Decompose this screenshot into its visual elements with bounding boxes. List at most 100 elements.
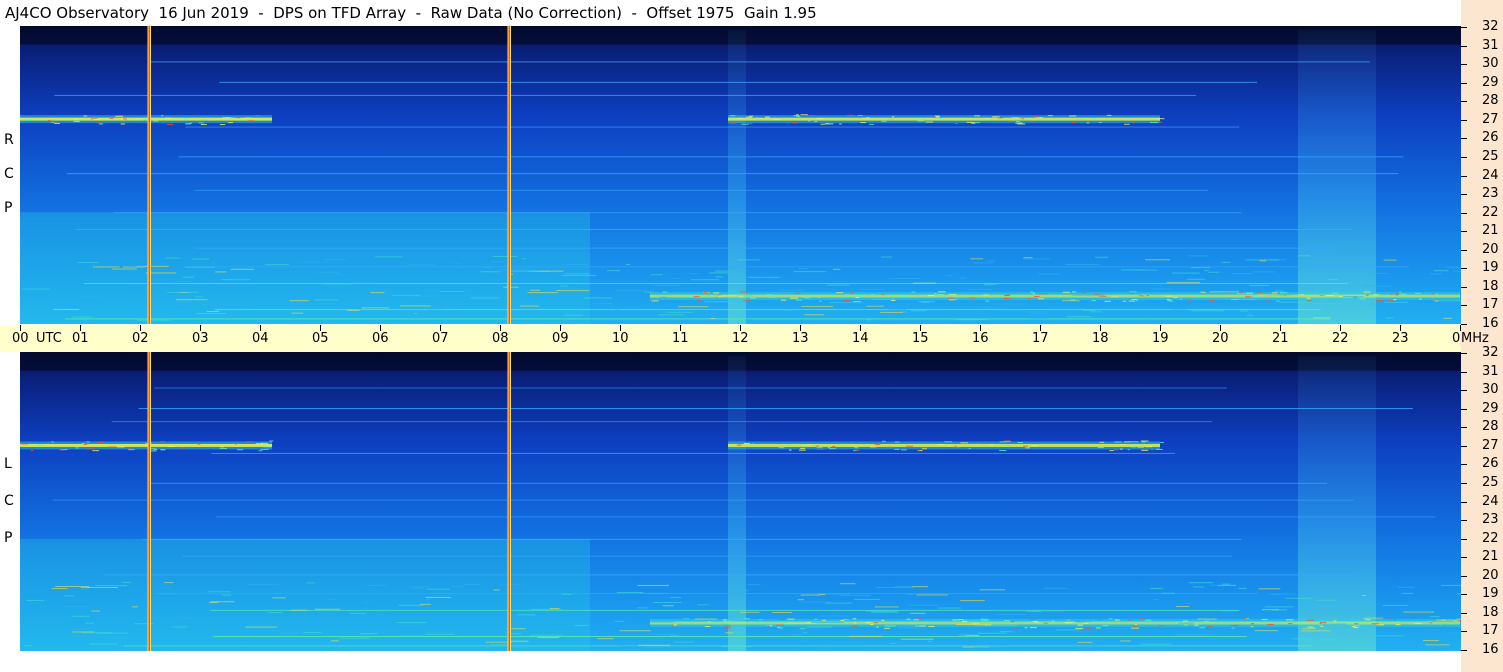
- rcp-band-1-speck: [1021, 118, 1025, 120]
- rcp-band-1-speck: [955, 122, 958, 124]
- rcp-band-1-speck: [892, 116, 895, 118]
- lcp-streak: [721, 646, 753, 648]
- rcp-streak: [881, 256, 892, 258]
- lcp-freq-tick-32: [1461, 353, 1467, 354]
- rcp-band-2-speck: [1279, 292, 1288, 294]
- lcp-band-2-speck: [1197, 623, 1202, 625]
- lcp-streak: [1221, 583, 1230, 585]
- rcp-streak: [1335, 320, 1340, 322]
- rcp-band-2-speck: [790, 297, 798, 299]
- lcp-band-2-speck: [766, 625, 770, 627]
- rcp-streak: [659, 296, 668, 298]
- lcp-band-2-speck: [671, 626, 675, 628]
- rcp-band-2-speck: [983, 294, 990, 296]
- rcp-band-1-speck: [825, 123, 834, 125]
- rcp-streak: [1166, 281, 1200, 283]
- lcp-letter-1: L: [4, 456, 12, 472]
- lcp-streak: [870, 611, 900, 613]
- rcp-band-1-speck: [755, 117, 759, 119]
- rcp-streak: [470, 297, 501, 299]
- rcp-band-0-speck: [120, 121, 125, 123]
- rcp-freq-tick-28: [1461, 101, 1467, 102]
- rcp-streak: [173, 281, 193, 283]
- rcp-freq-label-23: 23: [1482, 186, 1499, 201]
- lcp-streak: [725, 632, 734, 634]
- lcp-band-0-speck: [83, 444, 88, 446]
- rcp-streak: [644, 291, 654, 293]
- lcp-streak: [874, 606, 899, 608]
- lcp-streak: [26, 599, 45, 601]
- hour-label-17: 17: [1032, 331, 1049, 346]
- lcp-band-2-speck: [1082, 622, 1089, 624]
- rcp-band-2-speck: [1179, 298, 1182, 300]
- hour-label-2: 02: [132, 331, 149, 346]
- utc-label: UTC: [36, 331, 62, 346]
- rcp-band-1-speck: [1106, 114, 1112, 116]
- lcp-band-2-speck: [1145, 619, 1152, 621]
- lcp-interference-line-12: [213, 636, 1247, 638]
- rcp-band-0-speck: [198, 122, 205, 124]
- lcp-freq-tick-28: [1461, 427, 1467, 428]
- lcp-freq-tick-27: [1461, 446, 1467, 447]
- lcp-streak: [799, 601, 831, 603]
- lcp-band-2-speck: [1140, 618, 1144, 620]
- rcp-streak: [743, 295, 752, 297]
- rcp-vertical-marker-0-edge-r: [150, 26, 151, 324]
- rcp-streak: [1209, 291, 1240, 293]
- rcp-band-1-speck: [1092, 118, 1096, 120]
- rcp-band-2-speck: [1099, 295, 1107, 297]
- rcp-streak: [1328, 279, 1339, 281]
- lcp-interference-line-6: [215, 516, 1436, 518]
- lcp-band-1-speck: [798, 449, 806, 451]
- lcp-band-0-speck: [108, 446, 116, 448]
- rcp-band-2-speck: [927, 294, 935, 296]
- lcp-band-1-speck: [1120, 444, 1126, 446]
- lcp-band-1-speck: [1123, 441, 1131, 443]
- lcp-streak: [122, 581, 132, 583]
- lcp-band-2-speck: [1371, 623, 1379, 625]
- rcp-streak: [264, 264, 290, 266]
- rcp-streak: [492, 256, 518, 258]
- lcp-band-2-speck: [1034, 621, 1040, 623]
- rcp-streak: [609, 306, 615, 308]
- rcp-band-1-speck: [1020, 122, 1023, 124]
- lcp-streak: [973, 646, 1004, 648]
- lcp-streak: [248, 583, 280, 585]
- lcp-interference-line-4: [147, 482, 1328, 484]
- rcp-streak: [370, 292, 385, 294]
- lcp-streak: [425, 596, 451, 598]
- lcp-streak: [1043, 624, 1066, 626]
- rcp-band-2-speck: [1209, 300, 1215, 302]
- lcp-band-2-speck: [919, 625, 926, 627]
- rcp-freq-tick-22: [1461, 213, 1467, 214]
- rcp-band-1-speck: [792, 122, 799, 124]
- rcp-band-2-speck: [1027, 297, 1031, 299]
- lcp-streak: [364, 602, 370, 604]
- rcp-band-1-speck: [1086, 122, 1090, 124]
- lcp-vertical-marker-1: [507, 352, 511, 651]
- rcp-band-2-speck: [853, 301, 862, 303]
- rcp-streak: [1090, 311, 1102, 313]
- lcp-freq-label-20: 20: [1482, 568, 1499, 583]
- rcp-band-0-speck: [236, 117, 241, 119]
- lcp-band-1-speck: [751, 443, 755, 445]
- lcp-band-2-speck: [1012, 627, 1019, 629]
- lcp-streak: [413, 587, 423, 589]
- rcp-freq-label-24: 24: [1482, 168, 1499, 183]
- rcp-band-1-speck: [997, 117, 1003, 119]
- lcp-band-2-speck: [1065, 622, 1073, 624]
- rcp-band-2-speck: [1419, 298, 1422, 300]
- lcp-streak: [889, 642, 897, 644]
- rcp-freq-tick-16: [1461, 324, 1467, 325]
- rcp-freq-label-16: 16: [1482, 316, 1499, 331]
- lcp-streak: [907, 593, 915, 595]
- rcp-letter-3: P: [4, 200, 13, 216]
- rcp-streak: [888, 308, 907, 310]
- rcp-streak: [1023, 257, 1033, 259]
- lcp-band-2-speck: [1194, 624, 1199, 626]
- lcp-streak: [694, 618, 718, 620]
- lcp-freq-tick-16: [1461, 650, 1467, 651]
- lcp-band-2-speck: [1429, 622, 1433, 624]
- rcp-band-2-speck: [933, 293, 938, 295]
- lcp-streak: [154, 593, 177, 595]
